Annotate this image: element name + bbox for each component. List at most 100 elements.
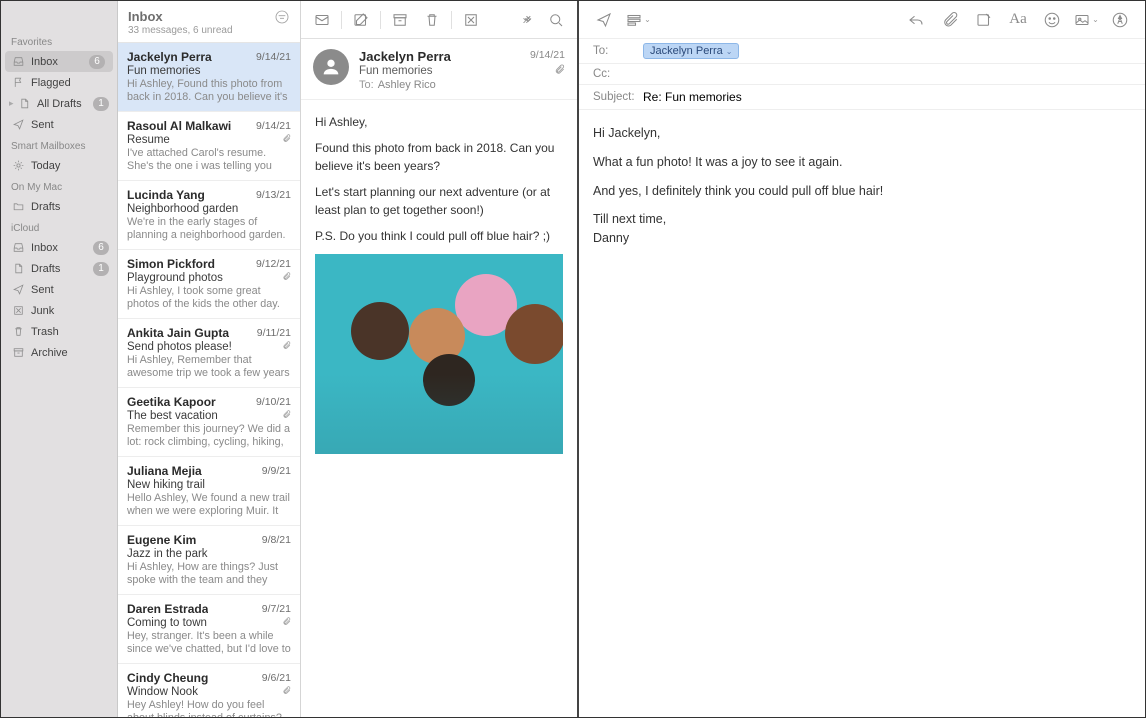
photo-browser-icon[interactable]: ⌄	[1071, 6, 1101, 34]
send-icon[interactable]	[589, 6, 619, 34]
message-row[interactable]: Daren Estrada9/7/21Coming to townHey, st…	[118, 595, 300, 664]
compose-to-row[interactable]: To: Jackelyn Perra⌄	[579, 39, 1145, 64]
body-paragraph: Hi Ashley,	[315, 114, 563, 131]
compose-paragraph[interactable]: What a fun photo! It was a joy to see it…	[593, 153, 1131, 172]
message-list[interactable]: Jackelyn Perra 9/14/21 Fun memories Hi Ashl…	[118, 43, 300, 717]
compose-paragraph[interactable]: And yes, I definitely think you could pu…	[593, 182, 1131, 201]
message-preview: We're in the early stages of planning a …	[127, 216, 291, 243]
reading-pane: » Jackelyn Perra Fun memories To:Ashley …	[301, 1, 579, 717]
from-name: Jackelyn Perra	[359, 49, 520, 64]
doc-icon	[11, 262, 25, 276]
message-row[interactable]: Cindy Cheung9/6/21Window NookHey Ashley!…	[118, 664, 300, 717]
paperclip-icon	[530, 64, 565, 78]
compose-paragraph[interactable]: Hi Jackelyn,	[593, 124, 1131, 143]
message-preview: Hi Ashley, Remember that awesome trip we…	[127, 354, 291, 381]
sender-name: Daren Estrada	[127, 602, 208, 616]
sender-name: Jackelyn Perra	[127, 50, 212, 64]
message-subject: Jazz in the park	[127, 548, 208, 560]
message-date: 9/7/21	[262, 603, 291, 615]
sent-icon	[11, 283, 25, 297]
sidebar-item-label: Sent	[31, 119, 109, 131]
sidebar-item-sent[interactable]: Sent	[1, 279, 117, 300]
message-subject: Fun memories	[127, 65, 201, 77]
message-preview: Hey Ashley! How do you feel about blinds…	[127, 699, 291, 717]
recipient-token[interactable]: Jackelyn Perra⌄	[643, 43, 739, 59]
markup-icon[interactable]	[1105, 6, 1135, 34]
new-message-icon[interactable]	[346, 6, 376, 34]
message-subject: Fun memories	[359, 65, 520, 77]
message-row[interactable]: Geetika Kapoor9/10/21The best vacationRe…	[118, 388, 300, 457]
sender-name: Geetika Kapoor	[127, 395, 216, 409]
paperclip-icon	[282, 272, 291, 284]
delete-icon[interactable]	[417, 6, 447, 34]
mailbox-subtitle: 33 messages, 6 unread	[128, 25, 233, 36]
message-date: 9/13/21	[256, 189, 291, 201]
subject-field[interactable]	[643, 90, 1131, 104]
archive-icon	[11, 346, 25, 360]
paperclip-icon	[282, 617, 291, 629]
compose-cc-row[interactable]: Cc:	[579, 64, 1145, 85]
sidebar-item-label: Trash	[31, 326, 109, 338]
filter-icon[interactable]	[274, 9, 290, 25]
archive-icon[interactable]	[385, 6, 415, 34]
sidebar-section-title: Favorites	[1, 31, 117, 51]
sidebar-item-trash[interactable]: Trash	[1, 321, 117, 342]
sidebar-item-label: Inbox	[31, 242, 93, 254]
sidebar-item-inbox[interactable]: Inbox6	[1, 237, 117, 258]
junk-icon[interactable]	[456, 6, 486, 34]
message-subject: Playground photos	[127, 272, 223, 284]
message-preview: Hello Ashley, We found a new trail when …	[127, 492, 291, 519]
compose-subject-row[interactable]: Subject:	[579, 85, 1145, 110]
message-subject: Coming to town	[127, 617, 207, 629]
message-row[interactable]: Rasoul Al Malkawi9/14/21ResumeI've attac…	[118, 112, 300, 181]
sidebar-item-junk[interactable]: Junk	[1, 300, 117, 321]
sidebar: FavoritesInbox6Flagged▸All Drafts1SentSm…	[1, 1, 118, 717]
get-mail-icon[interactable]	[307, 6, 337, 34]
doc-icon	[17, 97, 31, 111]
sidebar-item-label: Inbox	[31, 56, 89, 68]
chevron-down-icon[interactable]: ⌄	[726, 47, 733, 56]
sidebar-item-label: Archive	[31, 347, 109, 359]
sidebar-item-inbox[interactable]: Inbox6	[5, 51, 113, 72]
format-icon[interactable]: Aa	[1003, 6, 1033, 34]
paperclip-icon[interactable]	[935, 6, 965, 34]
sidebar-item-label: Junk	[31, 305, 109, 317]
paperclip-icon	[282, 341, 291, 353]
to-label: To:	[593, 45, 643, 57]
message-row[interactable]: Jackelyn Perra9/14/21Fun memoriesHi Ashl…	[118, 43, 300, 112]
reader-toolbar: »	[301, 1, 577, 39]
compose-icon[interactable]	[969, 6, 999, 34]
message-row[interactable]: Juliana Mejia9/9/21New hiking trailHello…	[118, 457, 300, 526]
trash-icon	[11, 325, 25, 339]
message-row[interactable]: Simon Pickford9/12/21Playground photosHi…	[118, 250, 300, 319]
subject-label: Subject:	[593, 91, 643, 103]
reply-icon[interactable]	[901, 6, 931, 34]
header-fields-icon[interactable]: ⌄	[623, 6, 653, 34]
compose-pane: ⌄ Aa ⌄ To: Jackelyn Perra⌄ Cc: Subject: …	[579, 1, 1145, 717]
inbox-icon	[11, 55, 25, 69]
sidebar-item-drafts[interactable]: Drafts1	[1, 258, 117, 279]
cc-field[interactable]	[643, 68, 1131, 80]
search-icon[interactable]	[541, 6, 571, 34]
message-subject: Neighborhood garden	[127, 203, 238, 215]
compose-paragraph[interactable]: Till next time,Danny	[593, 210, 1131, 248]
emoji-icon[interactable]	[1037, 6, 1067, 34]
sidebar-item-today[interactable]: Today	[1, 155, 117, 176]
message-date: 9/12/21	[256, 258, 291, 270]
sidebar-item-all-drafts[interactable]: ▸All Drafts1	[1, 93, 117, 114]
sidebar-badge: 6	[89, 55, 105, 69]
message-date: 9/14/21	[256, 120, 291, 132]
compose-body[interactable]: Hi Jackelyn, What a fun photo! It was a j…	[579, 110, 1145, 717]
message-row[interactable]: Eugene Kim9/8/21Jazz in the parkHi Ashle…	[118, 526, 300, 595]
sidebar-item-flagged[interactable]: Flagged	[1, 72, 117, 93]
body-paragraph: Let's start planning our next adventure …	[315, 184, 563, 219]
gear-icon	[11, 159, 25, 173]
message-body: Hi Ashley,Found this photo from back in …	[301, 100, 577, 717]
sidebar-item-archive[interactable]: Archive	[1, 342, 117, 363]
sidebar-item-sent[interactable]: Sent	[1, 114, 117, 135]
message-row[interactable]: Ankita Jain Gupta9/11/21Send photos plea…	[118, 319, 300, 388]
message-row[interactable]: Lucinda Yang9/13/21Neighborhood gardenWe…	[118, 181, 300, 250]
message-list-header: Inbox 33 messages, 6 unread	[118, 1, 300, 43]
more-icon[interactable]: »	[509, 6, 539, 34]
sidebar-item-drafts[interactable]: Drafts	[1, 196, 117, 217]
